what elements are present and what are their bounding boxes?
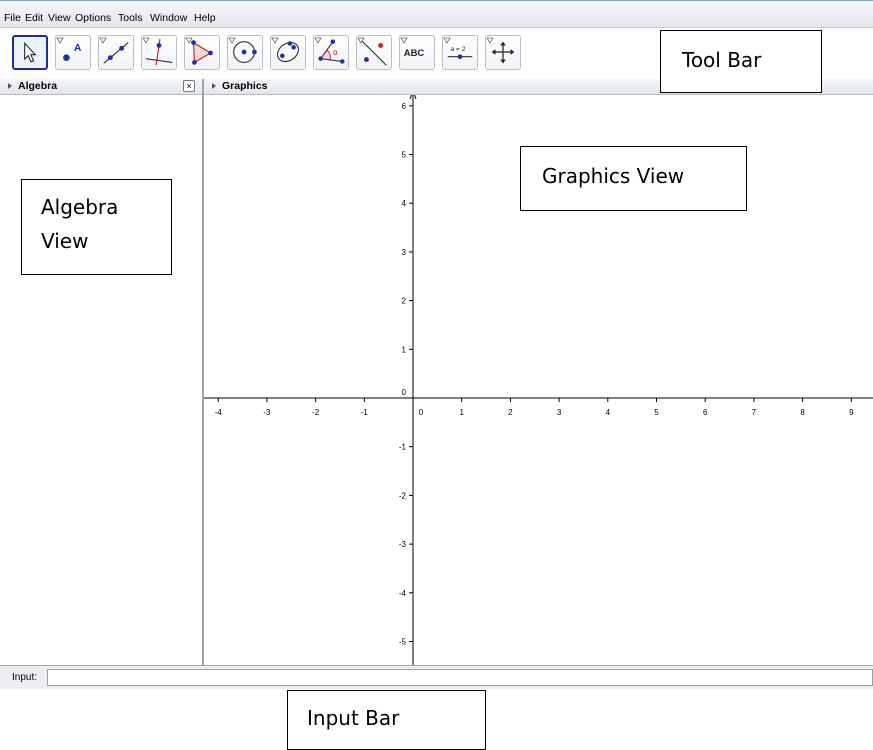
collapse-arrow-icon[interactable] [8, 83, 12, 89]
arrow-pointer-icon [24, 41, 37, 63]
callout-algebra-line1: Algebra [41, 195, 119, 219]
x-tick-label: 6 [703, 408, 708, 417]
origin-label: 0 [402, 388, 407, 397]
x-tick-label: 0 [419, 408, 424, 417]
y-tick-label: 1 [402, 345, 407, 354]
callout-algebra-view: Algebra View [21, 179, 172, 275]
x-tick-label: 7 [752, 408, 757, 417]
dropdown-triangle-icon [486, 37, 494, 44]
y-tick-label: 3 [402, 248, 407, 257]
line-tool-button[interactable] [98, 35, 134, 70]
dropdown-triangle-icon [400, 37, 408, 44]
x-tick-label: -4 [215, 408, 223, 417]
x-tick-label: -1 [361, 408, 369, 417]
dropdown-triangle-icon [185, 37, 193, 44]
angle-tool-button[interactable]: α [313, 35, 349, 70]
callout-tool-bar: Tool Bar [660, 30, 822, 93]
polygon-tool-button[interactable] [184, 35, 220, 70]
algebra-title: Algebra [18, 80, 58, 92]
dropdown-triangle-icon [99, 37, 107, 44]
callout-graphics-view-text: Graphics View [542, 164, 685, 188]
collapse-arrow-icon[interactable] [212, 83, 216, 89]
graphics-title: Graphics [222, 80, 268, 92]
menu-tools[interactable]: Tools [118, 12, 143, 24]
y-tick-label: 4 [402, 199, 407, 208]
slider-tool-button[interactable]: a = 2 [442, 35, 478, 70]
dropdown-triangle-icon [56, 37, 64, 44]
menu-help[interactable]: Help [194, 12, 216, 24]
x-tick-label: 1 [459, 408, 464, 417]
menu-options[interactable]: Options [75, 12, 111, 24]
move-graphics-view-tool-button[interactable] [485, 35, 521, 70]
close-icon[interactable]: × [183, 80, 195, 92]
x-tick-label: 5 [654, 408, 659, 417]
dropdown-triangle-icon [314, 37, 322, 44]
y-tick-label: -3 [399, 540, 407, 549]
y-tick-label: -5 [399, 638, 407, 647]
callout-input-bar-text: Input Bar [307, 706, 400, 730]
menu-edit[interactable]: Edit [25, 12, 43, 24]
x-tick-label: 3 [557, 408, 562, 417]
input-field[interactable] [47, 669, 873, 686]
menu-bar: File Edit View Options Tools Window Help [0, 0, 873, 28]
algebra-header: Algebra × [0, 79, 202, 95]
callout-tool-bar-text: Tool Bar [682, 48, 762, 72]
text-tool-label: ABC [404, 47, 425, 58]
dropdown-triangle-icon [271, 37, 279, 44]
x-tick-label: -3 [263, 408, 271, 417]
dropdown-triangle-icon [443, 37, 451, 44]
new-point-tool-button[interactable]: A [55, 35, 91, 70]
y-tick-label: 5 [402, 151, 407, 160]
conic-tool-button[interactable] [270, 35, 306, 70]
x-tick-label: 8 [800, 408, 805, 417]
x-tick-label: 9 [849, 408, 854, 417]
move-tool-button[interactable] [12, 35, 48, 70]
y-tick-label: -1 [399, 443, 407, 452]
callout-graphics-view: Graphics View [520, 146, 747, 211]
text-tool-button[interactable]: ABC [399, 35, 435, 70]
callout-algebra-line2: View [41, 229, 89, 253]
reflect-tool-button[interactable] [356, 35, 392, 70]
dropdown-triangle-icon [228, 37, 236, 44]
y-tick-label: -2 [399, 491, 407, 500]
menu-file[interactable]: File [4, 12, 21, 24]
input-bar: Input: [0, 665, 873, 689]
input-label: Input: [12, 672, 38, 683]
dropdown-triangle-icon [142, 37, 150, 44]
menu-window[interactable]: Window [150, 12, 187, 24]
x-tick-label: 4 [606, 408, 611, 417]
dropdown-triangle-icon [357, 37, 365, 44]
point-tool-label: A [74, 43, 82, 54]
y-tick-label: 2 [402, 297, 407, 306]
menu-view[interactable]: View [48, 12, 71, 24]
y-tick-label: -4 [399, 589, 407, 598]
slider-tool-label: a = 2 [451, 46, 466, 53]
perpendicular-line-tool-button[interactable] [141, 35, 177, 70]
x-tick-label: 2 [508, 408, 513, 417]
angle-tool-label: α [333, 48, 338, 57]
callout-input-bar: Input Bar [287, 690, 486, 750]
y-tick-label: 6 [402, 102, 407, 111]
x-tick-label: -2 [312, 408, 320, 417]
circle-tool-button[interactable] [227, 35, 263, 70]
